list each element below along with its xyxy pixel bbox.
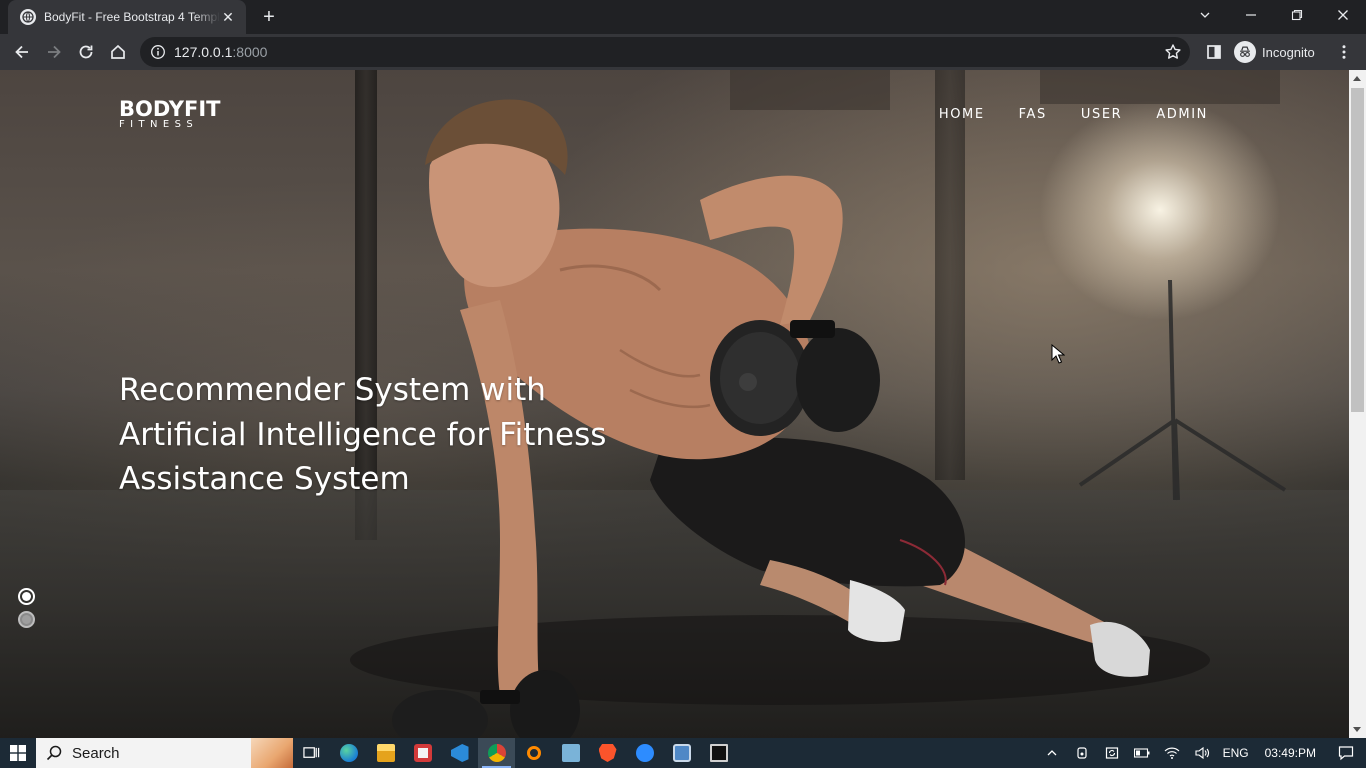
incognito-profile-button[interactable]: Incognito bbox=[1234, 39, 1315, 65]
brand-main-text: BODYFIT bbox=[119, 97, 221, 121]
wifi-icon[interactable] bbox=[1157, 738, 1187, 768]
tab-title: BodyFit - Free Bootstrap 4 Template bbox=[44, 10, 220, 24]
taskbar-app-search[interactable] bbox=[515, 738, 552, 768]
scroll-thumb[interactable] bbox=[1351, 88, 1364, 412]
nav-user[interactable]: USER bbox=[1081, 107, 1122, 122]
remote-desktop-icon bbox=[672, 744, 691, 762]
arrow-left-icon bbox=[15, 45, 28, 59]
tray-overflow-chevron-icon[interactable] bbox=[1037, 738, 1067, 768]
brand-sub-text: FITNESS bbox=[119, 119, 199, 130]
search-highlight-image bbox=[251, 738, 293, 768]
url-text: 127.0.0.1:8000 bbox=[174, 45, 267, 59]
back-button[interactable] bbox=[8, 38, 36, 66]
brave-icon bbox=[598, 744, 617, 762]
incognito-label: Incognito bbox=[1262, 44, 1315, 60]
scroll-down-arrow-icon[interactable] bbox=[1353, 727, 1361, 732]
taskbar-app-chrome[interactable] bbox=[478, 738, 515, 768]
main-nav: HOME FAS USER ADMIN bbox=[905, 107, 1208, 122]
taskbar-app-brave[interactable] bbox=[589, 738, 626, 768]
incognito-icon bbox=[1234, 41, 1256, 63]
nav-admin[interactable]: ADMIN bbox=[1156, 107, 1208, 122]
close-window-button[interactable] bbox=[1320, 0, 1366, 30]
restore-button[interactable] bbox=[1274, 0, 1320, 30]
zoom-icon bbox=[635, 744, 654, 762]
search-icon bbox=[46, 745, 62, 761]
system-tray: ENG 03:49:PM bbox=[1037, 738, 1366, 768]
page-scrollbar[interactable] bbox=[1349, 70, 1366, 738]
windows-taskbar: Search ENG 03:49:PM bbox=[0, 738, 1366, 768]
scroll-up-arrow-icon[interactable] bbox=[1353, 76, 1361, 81]
reload-icon bbox=[79, 45, 93, 59]
kebab-menu-icon bbox=[1342, 45, 1346, 59]
star-icon[interactable] bbox=[1164, 43, 1182, 61]
battery-icon[interactable] bbox=[1127, 738, 1157, 768]
taskbar-app-edge[interactable] bbox=[330, 738, 367, 768]
url-port: :8000 bbox=[232, 44, 268, 60]
info-icon[interactable] bbox=[150, 44, 166, 60]
clock[interactable]: 03:49:PM bbox=[1255, 746, 1326, 760]
magnifier-app-icon bbox=[526, 746, 541, 760]
edge-icon bbox=[339, 744, 358, 762]
browser-tab-active[interactable]: BodyFit - Free Bootstrap 4 Template ✕ bbox=[8, 0, 246, 34]
monitor-app-icon bbox=[561, 744, 580, 762]
home-icon bbox=[111, 44, 125, 59]
task-view-icon bbox=[303, 746, 320, 758]
start-button[interactable] bbox=[0, 738, 36, 768]
page-viewport: BODYFIT FITNESS HOME FAS USER ADMIN Reco… bbox=[0, 70, 1349, 738]
windows-logo-icon bbox=[10, 745, 26, 761]
minimize-button[interactable] bbox=[1228, 0, 1274, 30]
slider-dot-2[interactable] bbox=[18, 611, 35, 628]
side-panel-icon bbox=[1207, 45, 1221, 59]
folder-icon bbox=[376, 744, 395, 762]
volume-icon[interactable] bbox=[1187, 738, 1217, 768]
tray-app-icon[interactable] bbox=[1067, 738, 1097, 768]
taskbar-app-monitor[interactable] bbox=[552, 738, 589, 768]
language-indicator[interactable]: ENG bbox=[1217, 746, 1255, 760]
tab-search-chevron-icon[interactable] bbox=[1182, 0, 1228, 30]
url-host: 127.0.0.1 bbox=[174, 44, 233, 60]
new-tab-button[interactable]: + bbox=[258, 6, 280, 28]
chrome-icon bbox=[487, 744, 506, 762]
tab-close-icon[interactable]: ✕ bbox=[220, 9, 236, 25]
taskbar-search[interactable]: Search bbox=[36, 738, 293, 768]
taskbar-app-terminal[interactable] bbox=[700, 738, 737, 768]
globe-icon bbox=[20, 9, 36, 25]
notification-icon[interactable] bbox=[1326, 738, 1366, 768]
slider-pagination bbox=[18, 588, 35, 634]
hero-title: Recommender System with Artificial Intel… bbox=[119, 372, 607, 497]
address-bar[interactable]: 127.0.0.1:8000 bbox=[140, 37, 1190, 67]
nav-fas[interactable]: FAS bbox=[1019, 107, 1047, 122]
taskbar-app-vscode[interactable] bbox=[441, 738, 478, 768]
search-label: Search bbox=[72, 744, 120, 762]
taskbar-app-red[interactable] bbox=[404, 738, 441, 768]
tray-sync-icon[interactable] bbox=[1097, 738, 1127, 768]
browser-tabstrip: BodyFit - Free Bootstrap 4 Template ✕ + bbox=[0, 0, 1366, 34]
vscode-icon bbox=[450, 744, 469, 762]
mouse-cursor-icon bbox=[1051, 344, 1065, 364]
browser-menu-button[interactable] bbox=[1330, 38, 1358, 66]
browser-toolbar: 127.0.0.1:8000 Incognito bbox=[0, 34, 1366, 70]
side-panel-button[interactable] bbox=[1200, 38, 1228, 66]
terminal-icon bbox=[709, 744, 728, 762]
arrow-right-icon bbox=[48, 45, 61, 59]
taskbar-app-remote[interactable] bbox=[663, 738, 700, 768]
site-logo[interactable]: BODYFIT FITNESS bbox=[119, 98, 220, 130]
nav-home[interactable]: HOME bbox=[939, 107, 985, 122]
task-view-button[interactable] bbox=[293, 738, 330, 768]
slider-dot-1[interactable] bbox=[18, 588, 35, 605]
home-button[interactable] bbox=[104, 38, 132, 66]
forward-button[interactable] bbox=[40, 38, 68, 66]
taskbar-app-explorer[interactable] bbox=[367, 738, 404, 768]
reload-button[interactable] bbox=[72, 38, 100, 66]
taskbar-app-zoom[interactable] bbox=[626, 738, 663, 768]
app-icon bbox=[413, 744, 432, 762]
